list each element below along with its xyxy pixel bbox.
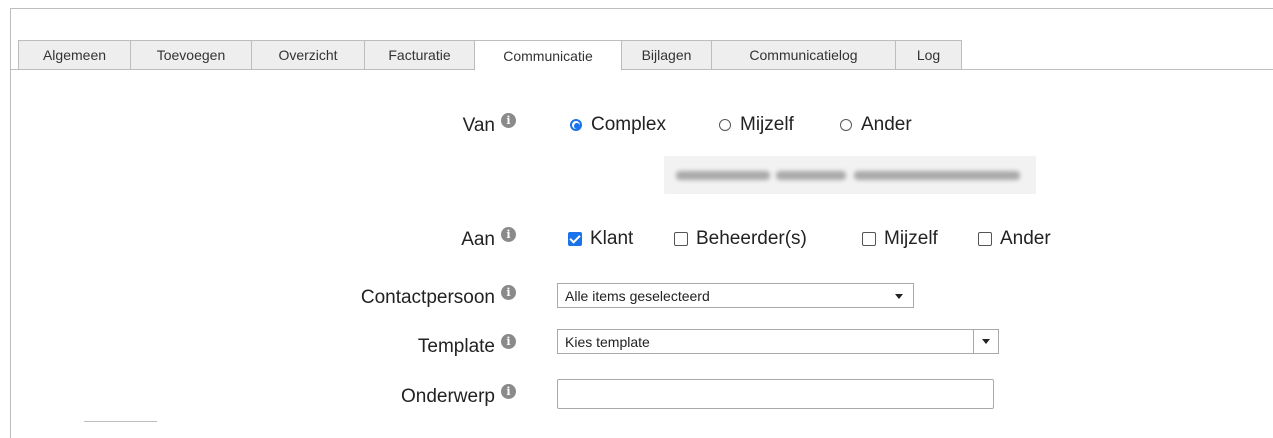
tab-overzicht[interactable]: Overzicht (251, 40, 365, 70)
checkbox-klant[interactable]: Klant (568, 228, 633, 250)
info-icon[interactable]: i (501, 383, 516, 399)
checkbox-mijzelf[interactable]: Mijzelf (862, 228, 938, 250)
select-value: Kies template (565, 333, 650, 350)
radio-label: Complex (591, 114, 666, 135)
tab-toevoegen[interactable]: Toevoegen (130, 40, 252, 70)
info-icon[interactable]: i (501, 333, 516, 349)
tab-bijlagen[interactable]: Bijlagen (621, 40, 712, 70)
checkbox[interactable] (674, 232, 688, 246)
tab-label: Overzicht (278, 47, 338, 63)
chevron-down-icon (895, 294, 903, 299)
tab-algemeen[interactable]: Algemeen (18, 40, 131, 70)
tab-label: Log (916, 47, 941, 63)
partial-element-edge (84, 421, 157, 425)
tab-label: Communicatielog (749, 47, 858, 63)
radio-mijzelf[interactable]: Mijzelf (719, 114, 794, 136)
radio-button-selected[interactable] (570, 119, 582, 131)
tab-label: Bijlagen (641, 47, 692, 63)
tab-communicatie[interactable]: Communicatie (474, 40, 622, 71)
redacted-text (776, 171, 846, 180)
tab-bar: Algemeen Toevoegen Overzicht Facturatie … (10, 40, 1273, 71)
aan-label: Aan (461, 229, 495, 250)
tab-facturatie[interactable]: Facturatie (364, 40, 475, 70)
checkbox-label: Ander (1000, 228, 1051, 249)
contactpersoon-label-row: Contactpersoon i (361, 284, 516, 312)
info-icon[interactable]: i (501, 284, 516, 300)
template-label: Template (417, 336, 495, 357)
onderwerp-input[interactable] (557, 379, 994, 409)
checkbox-label: Mijzelf (884, 228, 938, 249)
chevron-down-icon (982, 339, 990, 344)
radio-complex[interactable]: Complex (570, 114, 666, 136)
onderwerp-label-row: Onderwerp i (401, 383, 516, 411)
select-value: Alle items geselecteerd (565, 287, 710, 304)
tab-label: Algemeen (42, 47, 107, 63)
radio-button[interactable] (840, 119, 852, 131)
tab-label: Toevoegen (156, 47, 226, 63)
info-icon[interactable]: i (501, 112, 516, 128)
tab-label: Communicatie (503, 47, 593, 64)
radio-button[interactable] (719, 119, 731, 131)
redacted-text (676, 171, 770, 180)
checkbox-label: Klant (590, 228, 634, 249)
checkbox-label: Beheerder(s) (696, 228, 807, 249)
checkbox-beheerders[interactable]: Beheerder(s) (674, 228, 807, 250)
info-icon[interactable]: i (501, 226, 516, 242)
redacted-text (854, 171, 1020, 180)
aan-label-row: Aan i (461, 226, 516, 254)
tab-communicatielog[interactable]: Communicatielog (711, 40, 896, 70)
redacted-sender-field (664, 156, 1036, 194)
tab-log[interactable]: Log (895, 40, 962, 70)
contactpersoon-select[interactable]: Alle items geselecteerd (557, 283, 914, 308)
template-select[interactable]: Kies template (557, 329, 999, 354)
checkbox-ander[interactable]: Ander (978, 228, 1051, 250)
checkbox[interactable] (862, 232, 876, 246)
checkbox[interactable] (978, 232, 992, 246)
checkbox-checked[interactable] (568, 232, 582, 246)
onderwerp-label: Onderwerp (401, 386, 495, 407)
tab-label: Facturatie (388, 47, 451, 63)
radio-label: Ander (861, 114, 912, 135)
contactpersoon-label: Contactpersoon (360, 287, 495, 308)
template-label-row: Template i (418, 333, 516, 361)
radio-label: Mijzelf (740, 114, 794, 135)
van-label-row: Van i (463, 112, 516, 140)
dropdown-button[interactable] (973, 330, 998, 353)
radio-ander[interactable]: Ander (840, 114, 912, 136)
van-label: Van (462, 115, 495, 136)
